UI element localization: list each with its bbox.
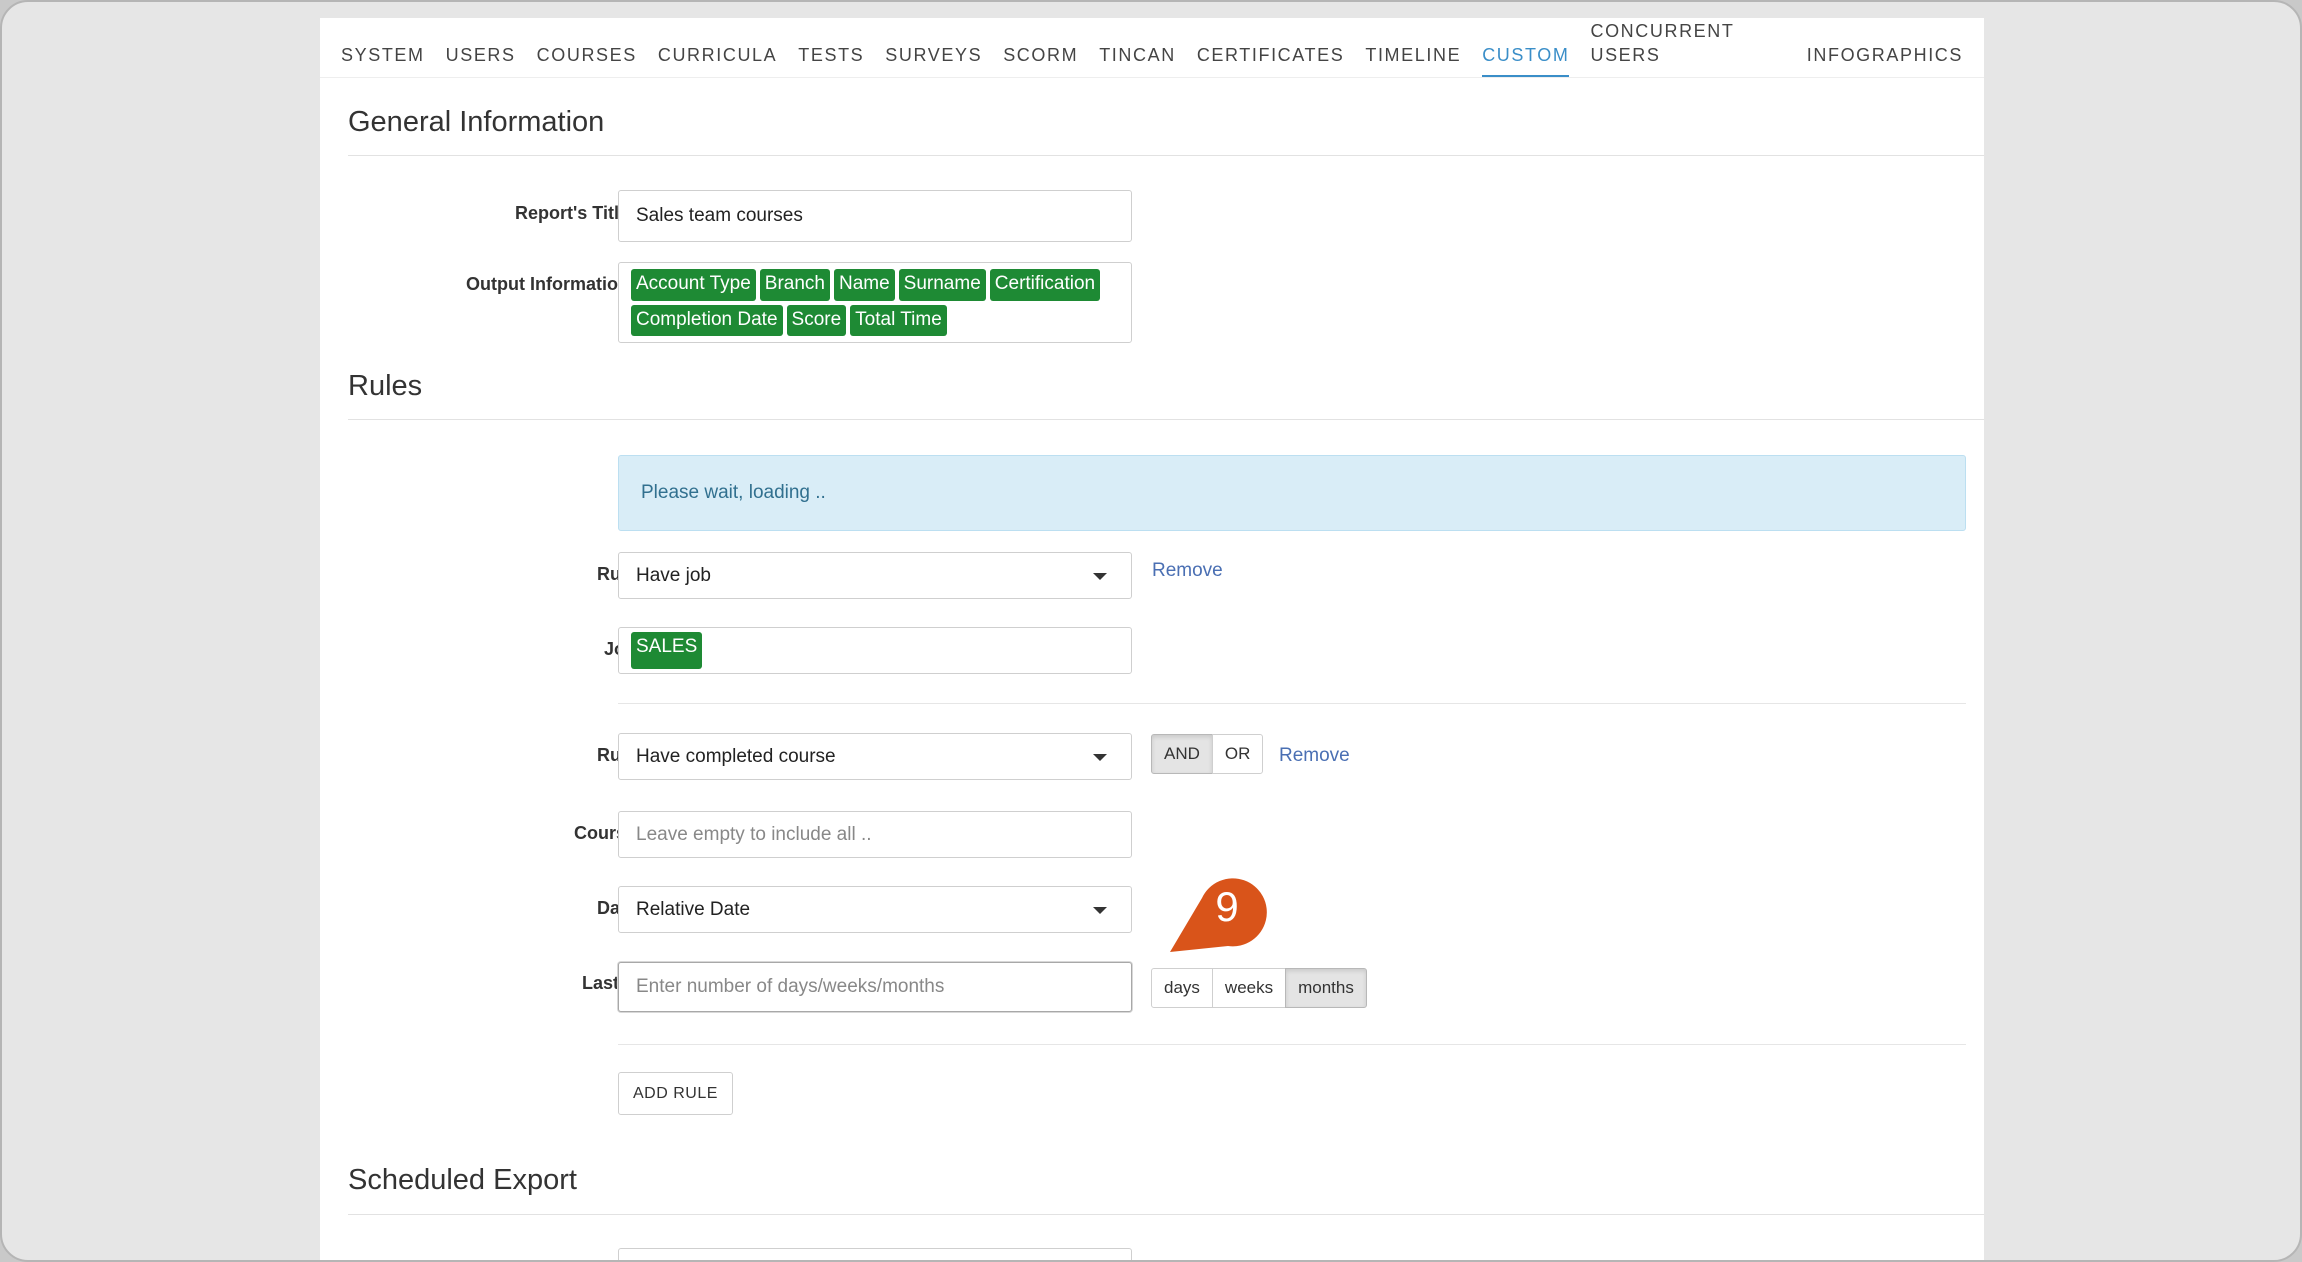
- report-title-input[interactable]: [618, 190, 1132, 242]
- output-tag[interactable]: Score: [786, 304, 847, 336]
- caret-down-icon: [1093, 573, 1107, 580]
- output-tag[interactable]: Completion Date: [631, 304, 783, 336]
- loading-alert: Please wait, loading ..: [618, 455, 1966, 531]
- date-label: Date: [596, 898, 636, 918]
- output-tag[interactable]: Surname: [898, 269, 986, 301]
- scheduled-export-heading: Scheduled Export: [348, 1164, 577, 1196]
- section-divider: [348, 155, 1984, 156]
- tab-custom[interactable]: CUSTOM: [1482, 43, 1570, 77]
- general-information-heading: General Information: [348, 106, 605, 138]
- tab-tests[interactable]: TESTS: [798, 43, 864, 77]
- output-tag[interactable]: Account Type: [631, 269, 756, 301]
- tab-tincan[interactable]: TINCAN: [1099, 43, 1176, 77]
- date-select[interactable]: Relative Date: [618, 886, 1132, 933]
- date-select-value: Relative Date: [636, 899, 751, 920]
- scheduled-export-field[interactable]: [618, 1248, 1132, 1260]
- tab-infographics[interactable]: INFOGRAPHICS: [1807, 43, 1963, 77]
- report-title-label: Report's Title*: [515, 203, 636, 223]
- tab-timeline[interactable]: TIMELINE: [1365, 43, 1461, 77]
- rule-select[interactable]: Have job: [618, 552, 1132, 599]
- output-tag[interactable]: Name: [833, 269, 895, 301]
- tab-system[interactable]: SYSTEM: [341, 43, 425, 77]
- report-tabs: SYSTEM USERS COURSES CURRICULA TESTS SUR…: [320, 18, 1984, 78]
- output-tag[interactable]: Certification: [989, 269, 1101, 301]
- remove-rule-link[interactable]: Remove: [1279, 745, 1350, 767]
- window-frame: SYSTEM USERS COURSES CURRICULA TESTS SUR…: [0, 0, 2302, 1262]
- add-rule-button[interactable]: ADD RULE: [618, 1072, 733, 1115]
- and-or-toggle: AND OR: [1151, 734, 1264, 774]
- course-input[interactable]: [618, 811, 1132, 858]
- last-x-label: Last X: [581, 973, 636, 993]
- and-button[interactable]: AND: [1151, 734, 1213, 774]
- tab-curricula[interactable]: CURRICULA: [658, 43, 777, 77]
- rules-heading: Rules: [348, 370, 423, 402]
- rule-divider: [618, 1044, 1966, 1045]
- step-marker-number: 9: [1215, 883, 1239, 930]
- tab-users[interactable]: USERS: [446, 43, 516, 77]
- or-button[interactable]: OR: [1211, 734, 1264, 774]
- last-x-input[interactable]: [618, 962, 1132, 1012]
- tab-concurrent-users[interactable]: CONCURRENT USERS: [1590, 19, 1785, 77]
- weeks-button[interactable]: weeks: [1211, 968, 1287, 1008]
- rule-label: Rule: [596, 745, 636, 765]
- rule-select-value: Have completed course: [636, 746, 836, 767]
- output-information-label: Output Information*: [466, 274, 636, 294]
- months-button[interactable]: months: [1285, 968, 1367, 1008]
- rule-select-value: Have job: [636, 565, 711, 586]
- job-tag[interactable]: SALES: [631, 632, 703, 669]
- caret-down-icon: [1093, 754, 1107, 761]
- output-tag[interactable]: Total Time: [850, 304, 947, 336]
- output-information-field[interactable]: Account Type Branch Name Surname Certifi…: [618, 262, 1132, 343]
- job-field[interactable]: SALES: [618, 627, 1132, 674]
- caret-down-icon: [1093, 907, 1107, 914]
- remove-rule-link[interactable]: Remove: [1152, 560, 1223, 582]
- rule-label: Rule: [596, 564, 636, 584]
- tab-courses[interactable]: COURSES: [537, 43, 637, 77]
- time-unit-toggle: days weeks months: [1151, 968, 1367, 1008]
- tab-surveys[interactable]: SURVEYS: [885, 43, 982, 77]
- rule-divider: [618, 703, 1966, 704]
- output-tag[interactable]: Branch: [759, 269, 830, 301]
- rule-select[interactable]: Have completed course: [618, 733, 1132, 780]
- job-label: Job: [376, 639, 636, 660]
- course-label: Course: [573, 823, 636, 843]
- days-button[interactable]: days: [1151, 968, 1213, 1008]
- section-divider: [348, 1214, 1984, 1215]
- reports-panel: SYSTEM USERS COURSES CURRICULA TESTS SUR…: [320, 18, 1984, 1260]
- tab-certificates[interactable]: CERTIFICATES: [1197, 43, 1345, 77]
- section-divider: [348, 419, 1984, 420]
- tab-scorm[interactable]: SCORM: [1003, 43, 1078, 77]
